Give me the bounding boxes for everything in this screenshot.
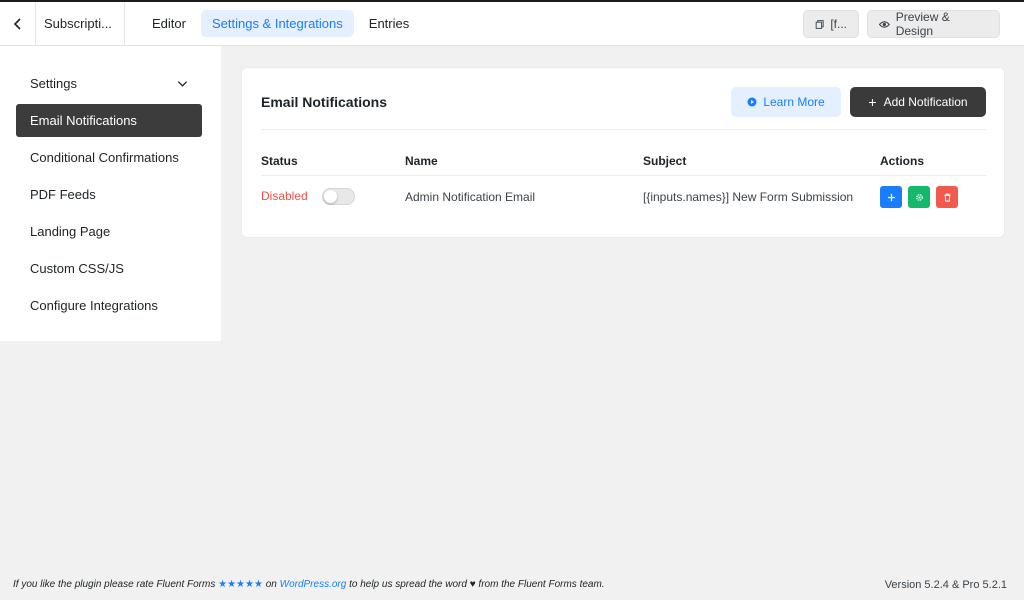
sidebar-item-configure-integrations[interactable]: Configure Integrations xyxy=(16,289,202,322)
sidebar-item-landing-page[interactable]: Landing Page xyxy=(16,215,202,248)
sidebar-item-email-notifications[interactable]: Email Notifications xyxy=(16,104,202,137)
divider xyxy=(261,129,986,130)
notification-name: Admin Notification Email xyxy=(405,190,536,204)
rating-stars[interactable]: ★★★★★ xyxy=(218,579,263,590)
gear-icon xyxy=(915,193,923,201)
sidebar-item-settings[interactable]: Settings xyxy=(16,67,202,100)
learn-more-button[interactable]: Learn More xyxy=(731,87,841,117)
add-notification-button[interactable]: + Add Notification xyxy=(850,87,986,117)
preview-design-button[interactable]: Preview & Design xyxy=(867,10,1000,38)
sidebar-item-custom-css-js[interactable]: Custom CSS/JS xyxy=(16,252,202,285)
trash-icon xyxy=(943,193,951,202)
email-notifications-card: Email Notifications Learn More + Add Not… xyxy=(241,67,1005,238)
toggle-knob xyxy=(324,190,337,203)
chevron-down-icon xyxy=(177,81,188,87)
back-button[interactable] xyxy=(0,1,36,46)
play-circle-icon xyxy=(747,97,757,107)
column-header-subject: Subject xyxy=(643,154,687,168)
status-toggle[interactable] xyxy=(322,188,355,205)
footer-text-after: to help us spread the word ♥ from the Fl… xyxy=(346,579,605,590)
column-header-status: Status xyxy=(261,154,298,168)
top-nav: Editor Settings & Integrations Entries xyxy=(141,10,420,37)
footer-rating-text: If you like the plugin please rate Fluen… xyxy=(13,579,605,590)
sidebar-item-label: Conditional Confirmations xyxy=(30,150,179,165)
eye-icon xyxy=(879,20,890,28)
top-right-actions: [f... Preview & Design xyxy=(803,10,1000,38)
add-notification-label: Add Notification xyxy=(883,95,968,109)
duplicate-button[interactable] xyxy=(880,186,902,208)
sidebar-item-label: Email Notifications xyxy=(30,113,137,128)
form-title[interactable]: Subscripti... xyxy=(36,1,125,46)
footer-text-on: on xyxy=(262,579,280,590)
settings-button[interactable] xyxy=(908,186,930,208)
column-header-name: Name xyxy=(405,154,438,168)
sidebar-item-label: Landing Page xyxy=(30,224,111,239)
table-header-divider xyxy=(261,175,986,176)
tab-editor[interactable]: Editor xyxy=(141,10,197,37)
wordpress-org-link[interactable]: WordPress.org xyxy=(280,579,347,590)
notification-subject: [{inputs.names}] New Form Submission xyxy=(643,190,854,204)
page-title: Email Notifications xyxy=(261,94,388,110)
shortcode-button[interactable]: [f... xyxy=(803,10,859,38)
sidebar-item-conditional-confirmations[interactable]: Conditional Confirmations xyxy=(16,141,202,174)
learn-more-label: Learn More xyxy=(763,95,825,109)
column-header-actions: Actions xyxy=(880,154,925,168)
chevron-left-icon xyxy=(13,17,21,30)
settings-sidebar: Settings Email Notifications Conditional… xyxy=(0,46,221,341)
sidebar-item-label: Settings xyxy=(30,76,77,91)
top-bar: Subscripti... Editor Settings & Integrat… xyxy=(0,1,1024,46)
sidebar-item-label: Configure Integrations xyxy=(30,298,158,313)
plus-icon xyxy=(887,193,895,201)
footer-text-before: If you like the plugin please rate Fluen… xyxy=(13,579,219,590)
sidebar-item-label: Custom CSS/JS xyxy=(30,261,124,276)
tab-entries[interactable]: Entries xyxy=(358,10,420,37)
copy-icon xyxy=(815,19,824,29)
version-text: Version 5.2.4 & Pro 5.2.1 xyxy=(884,579,1007,591)
sidebar-item-label: PDF Feeds xyxy=(30,187,96,202)
tab-settings-integrations[interactable]: Settings & Integrations xyxy=(200,10,354,37)
shortcode-label: [f... xyxy=(830,17,847,31)
preview-design-label: Preview & Design xyxy=(895,10,950,38)
delete-button[interactable] xyxy=(936,186,958,208)
sidebar-item-pdf-feeds[interactable]: PDF Feeds xyxy=(16,178,202,211)
status-badge: Disabled xyxy=(261,189,308,203)
plus-icon: + xyxy=(868,94,877,110)
